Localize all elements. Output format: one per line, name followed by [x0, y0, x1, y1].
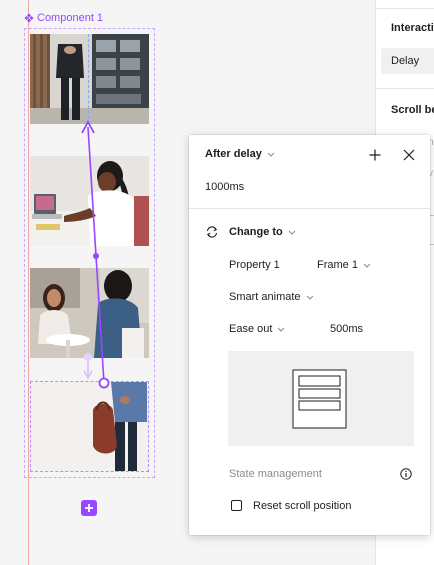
swap-icon	[206, 226, 218, 238]
chevron-down-icon	[288, 230, 296, 235]
add-action-button[interactable]	[369, 149, 381, 161]
animation-label: Smart animate	[229, 291, 301, 303]
animation-dropdown[interactable]: Smart animate	[229, 291, 314, 303]
add-variant-button[interactable]	[81, 500, 97, 516]
chevron-down-icon	[267, 152, 275, 157]
variant-property-dropdown[interactable]: Frame 1	[317, 259, 371, 271]
delay-input[interactable]: 1000ms	[205, 181, 244, 193]
info-icon[interactable]	[400, 468, 412, 480]
frame-preview-icon	[292, 369, 347, 429]
trigger-select[interactable]: Delay	[381, 48, 434, 74]
scroll-behavior-section-title: Scroll be	[391, 104, 434, 116]
trigger-dropdown[interactable]: After delay	[205, 148, 275, 160]
reset-scroll-label: Reset scroll position	[253, 500, 352, 512]
action-dropdown[interactable]: Change to	[229, 226, 296, 238]
easing-label: Ease out	[229, 323, 273, 335]
panel-divider	[376, 8, 434, 9]
easing-dropdown[interactable]: Ease out	[229, 323, 285, 335]
action-label: Change to	[229, 226, 283, 238]
close-icon[interactable]	[403, 149, 415, 161]
variant-property-label: Property 1	[229, 259, 280, 271]
duration-value: 500ms	[330, 323, 364, 335]
interactions-section-title: Interacti	[391, 22, 434, 34]
interaction-details-popover: After delay 1000ms Change to Property 1 …	[189, 135, 430, 535]
animation-preview	[228, 351, 414, 446]
popover-divider	[189, 208, 430, 209]
panel-divider	[376, 88, 434, 89]
state-management-label: State management	[229, 468, 322, 480]
chevron-down-icon	[306, 295, 313, 300]
add-variant-icon	[85, 504, 93, 512]
prototype-connection[interactable]	[0, 0, 190, 565]
delay-value: 1000ms	[205, 181, 245, 193]
reset-scroll-checkbox[interactable]	[231, 500, 242, 511]
trigger-label: After delay	[205, 148, 262, 160]
chevron-down-icon	[363, 263, 371, 268]
duration-input[interactable]: 500ms	[330, 323, 363, 335]
chevron-down-icon	[278, 327, 285, 332]
variant-property-value: Frame 1	[317, 259, 358, 271]
